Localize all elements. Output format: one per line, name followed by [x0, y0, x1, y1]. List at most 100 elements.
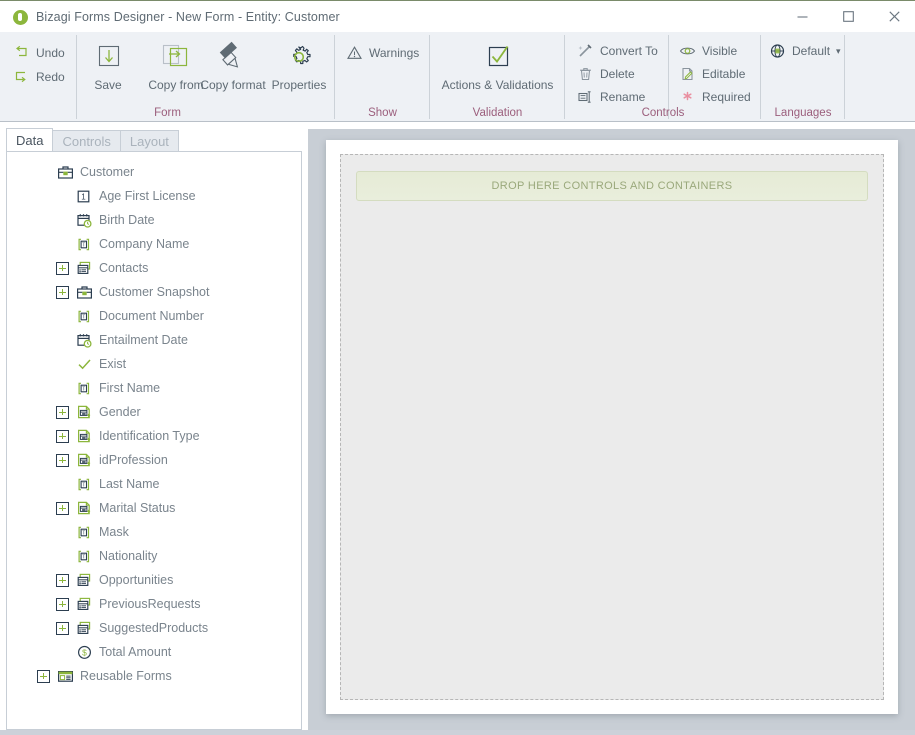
ribbon-group-form-label: Form: [154, 107, 181, 119]
redo-label: Redo: [36, 70, 65, 84]
maximize-button[interactable]: [825, 1, 871, 32]
minimize-button[interactable]: [779, 1, 825, 32]
tree-item-label: Customer Snapshot: [99, 284, 210, 299]
form-surface[interactable]: DROP HERE CONTROLS AND CONTAINERS: [340, 154, 884, 700]
tree-expander-plus-icon[interactable]: [56, 453, 69, 467]
tree-item-label: SuggestedProducts: [99, 620, 209, 635]
data-tree-panel[interactable]: Customer 1 Age First License Birth Date T Com…: [6, 151, 302, 730]
tree-item[interactable]: $ Total Amount: [7, 640, 301, 664]
tree-item[interactable]: Reusable Forms: [7, 664, 301, 688]
tree-item[interactable]: T First Name: [7, 376, 301, 400]
visible-label: Visible: [702, 44, 738, 58]
tree-expander-plus-icon[interactable]: [56, 621, 69, 635]
tree-item[interactable]: Contacts: [7, 256, 301, 280]
title-bar-left: Bizagi Forms Designer - New Form - Entit…: [13, 1, 340, 33]
tree-item[interactable]: Gender: [7, 400, 301, 424]
tree-item[interactable]: SuggestedProducts: [7, 616, 301, 640]
tree-item-label: Last Name: [99, 476, 160, 491]
tree-expander-plus-icon[interactable]: [56, 501, 69, 515]
text-field-icon: T: [76, 380, 93, 397]
entity-briefcase-icon: [57, 164, 74, 181]
text-field-icon: T: [76, 308, 93, 325]
tree-item[interactable]: T Document Number: [7, 304, 301, 328]
tree-item[interactable]: 1 Age First License: [7, 184, 301, 208]
tab-controls[interactable]: Controls: [52, 130, 121, 152]
ribbon-group-form: Undo Redo Save Copy from Copy format Pro…: [0, 32, 335, 122]
rename-icon: [577, 89, 594, 105]
visible-button[interactable]: Visible: [676, 40, 740, 62]
actions-validations-label: Actions & Validations: [441, 78, 554, 92]
tree-expander-plus-icon[interactable]: [56, 405, 69, 419]
text-field-icon: T: [76, 548, 93, 565]
undo-icon: [13, 45, 30, 61]
svg-text:$: $: [82, 647, 87, 657]
tree-expander-plus-icon[interactable]: [56, 597, 69, 611]
tree-expander-plus-icon[interactable]: [37, 669, 50, 683]
editable-pencil-icon: [679, 66, 696, 82]
form-canvas[interactable]: DROP HERE CONTROLS AND CONTAINERS: [326, 140, 898, 714]
required-button[interactable]: Required: [676, 86, 754, 108]
tree-expander-plus-icon[interactable]: [56, 573, 69, 587]
tree-expander-plus-icon[interactable]: [56, 261, 69, 275]
copy-format-button[interactable]: Copy format: [190, 38, 276, 106]
actions-validations-button[interactable]: Actions & Validations: [435, 38, 560, 106]
tree-item-label: Entailment Date: [99, 332, 188, 347]
tree-item[interactable]: Customer Snapshot: [7, 280, 301, 304]
tree-expander-plus-icon[interactable]: [56, 285, 69, 299]
ribbon-group-validation: Actions & Validations Validation: [430, 32, 565, 122]
parameter-entity-icon: [76, 500, 93, 517]
tree-item[interactable]: PreviousRequests: [7, 592, 301, 616]
properties-button[interactable]: Properties: [266, 38, 332, 106]
warnings-button[interactable]: Warnings: [343, 42, 422, 64]
tree-item-label: Birth Date: [99, 212, 155, 227]
convert-to-button[interactable]: Convert To: [574, 40, 661, 62]
eye-icon: [679, 43, 696, 59]
undo-button[interactable]: Undo: [10, 42, 68, 64]
rename-button[interactable]: Rename: [574, 86, 648, 108]
save-icon: [91, 38, 125, 76]
data-tree: Customer 1 Age First License Birth Date T Com…: [7, 160, 301, 688]
reusable-forms-icon: [57, 668, 74, 685]
currency-icon: $: [76, 644, 93, 661]
checkmark-box-icon: [481, 38, 515, 76]
tree-item[interactable]: Customer: [7, 160, 301, 184]
title-bar: Bizagi Forms Designer - New Form - Entit…: [0, 0, 915, 32]
tree-expander-plus-icon[interactable]: [56, 429, 69, 443]
delete-label: Delete: [600, 67, 635, 81]
tab-layout[interactable]: Layout: [119, 130, 179, 152]
chevron-down-icon: ▾: [836, 45, 841, 56]
drop-zone[interactable]: DROP HERE CONTROLS AND CONTAINERS: [356, 171, 868, 201]
tab-data[interactable]: Data: [6, 128, 54, 152]
language-default-button[interactable]: Default ▾: [766, 40, 844, 62]
ribbon-group-controls-label: Controls: [641, 107, 685, 119]
redo-button[interactable]: Redo: [10, 66, 68, 88]
editable-button[interactable]: Editable: [676, 63, 748, 85]
save-button[interactable]: Save: [77, 38, 139, 106]
ribbon-toolbar: Undo Redo Save Copy from Copy format Pro…: [0, 32, 915, 122]
drop-zone-label: DROP HERE CONTROLS AND CONTAINERS: [491, 180, 733, 192]
required-label: Required: [702, 90, 751, 104]
text-field-icon: T: [76, 476, 93, 493]
tree-item[interactable]: idProfession: [7, 448, 301, 472]
tree-item[interactable]: T Nationality: [7, 544, 301, 568]
boolean-check-icon: [76, 356, 93, 373]
tree-item[interactable]: T Company Name: [7, 232, 301, 256]
tree-item[interactable]: Exist: [7, 352, 301, 376]
close-button[interactable]: [871, 1, 915, 32]
tree-item[interactable]: Identification Type: [7, 424, 301, 448]
text-field-icon: T: [76, 236, 93, 253]
ribbon-group-languages: Default ▾ Languages: [761, 32, 845, 122]
tree-item[interactable]: T Last Name: [7, 472, 301, 496]
copy-format-icon: [214, 38, 252, 76]
text-field-icon: T: [76, 524, 93, 541]
tree-item[interactable]: Marital Status: [7, 496, 301, 520]
tree-item-label: Gender: [99, 404, 141, 419]
tree-item[interactable]: Opportunities: [7, 568, 301, 592]
ribbon-divider: [844, 35, 845, 119]
delete-button[interactable]: Delete: [574, 63, 638, 85]
tree-item[interactable]: Entailment Date: [7, 328, 301, 352]
ribbon-group-show-label: Show: [368, 107, 397, 119]
warnings-label: Warnings: [369, 46, 420, 60]
tree-item[interactable]: Birth Date: [7, 208, 301, 232]
tree-item[interactable]: T Mask: [7, 520, 301, 544]
